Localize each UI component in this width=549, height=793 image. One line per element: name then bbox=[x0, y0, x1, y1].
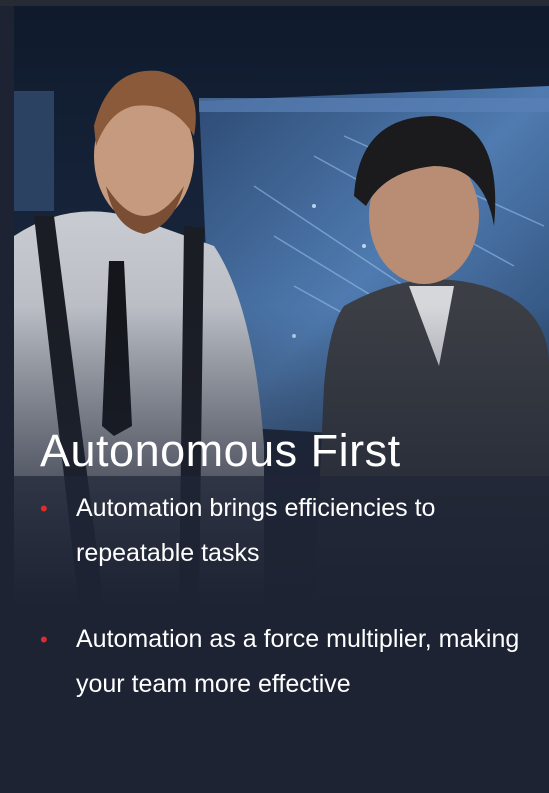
bullet-list: • Automation brings efficiencies to repe… bbox=[40, 486, 520, 748]
bullet-text: Automation as a force multiplier, making… bbox=[76, 625, 520, 698]
slide-title: Autonomous First bbox=[40, 425, 401, 476]
bullet-item: • Automation brings efficiencies to repe… bbox=[40, 486, 520, 576]
bullet-dot-icon: • bbox=[40, 496, 48, 521]
bullet-dot-icon: • bbox=[40, 627, 48, 652]
bullet-item: • Automation as a force multiplier, maki… bbox=[40, 617, 520, 707]
bullet-text: Automation brings efficiencies to repeat… bbox=[76, 494, 436, 567]
